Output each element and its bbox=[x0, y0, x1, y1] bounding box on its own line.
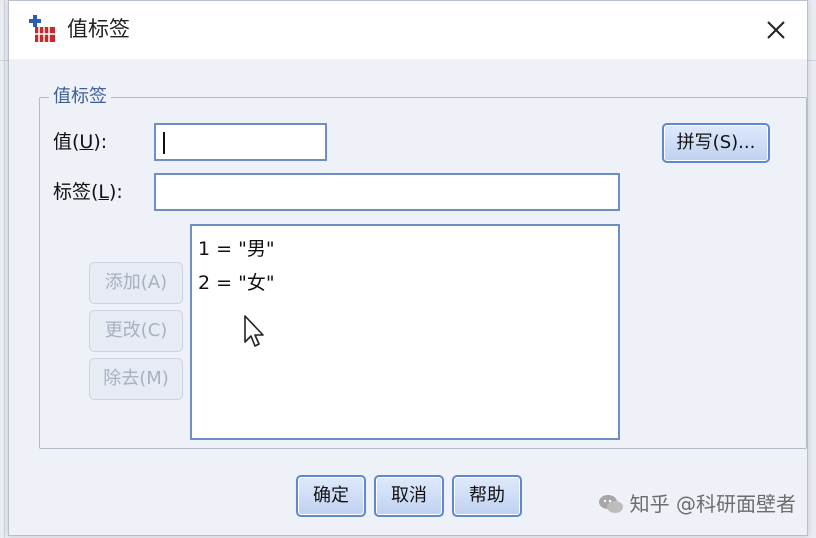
group-legend: 值标签 bbox=[49, 85, 111, 109]
watermark: 知乎 @科研面壁者 bbox=[598, 490, 796, 518]
close-button[interactable] bbox=[745, 1, 807, 59]
watermark-text: 知乎 @科研面壁者 bbox=[629, 492, 796, 516]
window-title: 值标签 bbox=[67, 17, 130, 41]
cancel-button[interactable]: 取消 bbox=[374, 475, 444, 517]
help-button[interactable]: 帮助 bbox=[452, 475, 522, 517]
list-item[interactable]: 1 = "男" bbox=[198, 232, 612, 266]
remove-button[interactable]: 除去(M) bbox=[89, 358, 183, 400]
label-input[interactable] bbox=[154, 173, 620, 211]
add-button[interactable]: 添加(A) bbox=[89, 262, 183, 304]
wechat-icon bbox=[598, 495, 623, 513]
label-label: 标签(L): bbox=[53, 181, 123, 203]
value-label: 值(U): bbox=[53, 131, 108, 153]
background-grid bbox=[4, 0, 5, 538]
close-icon bbox=[767, 21, 785, 39]
mouse-pointer-icon bbox=[244, 315, 264, 347]
title-bar[interactable]: 值标签 bbox=[9, 1, 807, 59]
app-icon bbox=[29, 15, 55, 42]
ok-button[interactable]: 确定 bbox=[296, 475, 366, 517]
spell-button[interactable]: 拼写(S)... bbox=[662, 123, 770, 163]
change-button[interactable]: 更改(C) bbox=[89, 310, 183, 352]
list-item[interactable]: 2 = "女" bbox=[198, 266, 612, 300]
text-caret bbox=[163, 132, 165, 154]
value-input[interactable] bbox=[154, 123, 327, 161]
value-labels-dialog: 值标签 值标签 值(U): 拼写(S)... 标签(L): 添加(A) 更改(C… bbox=[8, 0, 808, 536]
